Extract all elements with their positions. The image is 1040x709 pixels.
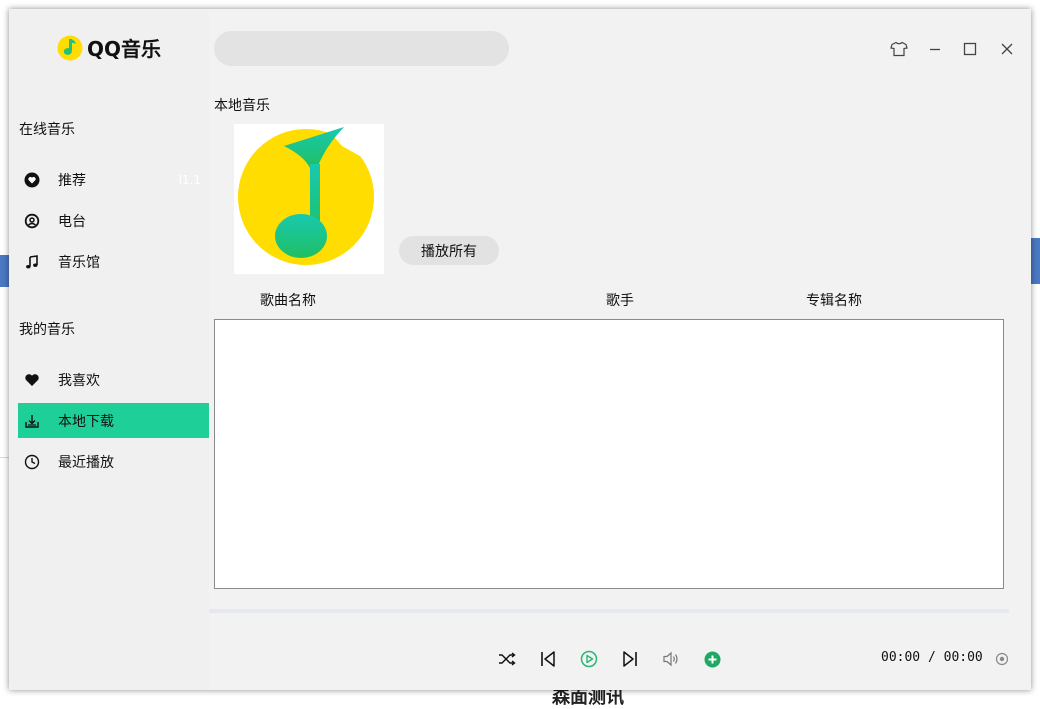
playback-time: 00:00 / 00:00 bbox=[881, 650, 983, 665]
column-header-artist[interactable]: 歌手 bbox=[606, 290, 634, 310]
my-music-title: 我的音乐 bbox=[19, 322, 75, 338]
sidebar-item-label: 我喜欢 bbox=[58, 372, 100, 389]
radio-icon bbox=[24, 213, 40, 229]
app-name: QQ音乐 bbox=[87, 37, 162, 61]
sidebar-item-recommend[interactable]: 推荐 l1.1 bbox=[18, 162, 209, 197]
sidebar-item-label: 本地下载 bbox=[58, 413, 114, 430]
volume-icon[interactable] bbox=[661, 649, 681, 669]
shuffle-icon[interactable] bbox=[497, 649, 517, 669]
skin-icon[interactable] bbox=[889, 39, 909, 59]
recommend-badge: l1.1 bbox=[178, 172, 201, 187]
previous-icon[interactable] bbox=[538, 649, 558, 669]
sidebar-item-radio[interactable]: 电台 bbox=[18, 203, 209, 238]
progress-bar[interactable] bbox=[209, 609, 1009, 613]
background-left-strip bbox=[0, 255, 9, 287]
page-title: 本地音乐 bbox=[214, 98, 270, 114]
background-divider bbox=[0, 457, 9, 458]
column-header-album[interactable]: 专辑名称 bbox=[806, 290, 862, 310]
heart-icon bbox=[24, 372, 40, 388]
sidebar-item-music-hall[interactable]: 音乐馆 bbox=[18, 244, 209, 279]
maximize-icon[interactable] bbox=[960, 39, 980, 59]
app-logo: QQ音乐 bbox=[57, 33, 161, 62]
background-right-strip bbox=[1031, 238, 1040, 284]
sidebar-item-label: 电台 bbox=[58, 213, 86, 230]
sidebar-item-label: 音乐馆 bbox=[58, 254, 100, 271]
play-all-button[interactable]: 播放所有 bbox=[399, 236, 499, 265]
album-cover bbox=[234, 124, 384, 274]
minimize-icon[interactable] bbox=[925, 39, 945, 59]
sidebar-item-local-download[interactable]: 本地下载 bbox=[18, 403, 209, 438]
add-icon[interactable] bbox=[702, 649, 722, 669]
sidebar-item-label: 推荐 bbox=[58, 172, 86, 189]
settings-icon[interactable] bbox=[992, 649, 1012, 669]
sidebar-item-favorites[interactable]: 我喜欢 bbox=[18, 362, 209, 397]
heart-circle-icon bbox=[24, 172, 40, 188]
song-list[interactable] bbox=[214, 319, 1004, 589]
qq-music-cover-icon bbox=[238, 127, 374, 265]
sidebar-item-recent[interactable]: 最近播放 bbox=[18, 444, 209, 479]
online-music-title: 在线音乐 bbox=[19, 122, 75, 138]
play-icon[interactable] bbox=[579, 649, 599, 669]
app-window: QQ音乐 在线音乐 推荐 l1.1 电台 音乐馆 我的音乐 我喜欢 本地下载 最… bbox=[9, 9, 1031, 690]
music-note-icon bbox=[24, 254, 40, 270]
sidebar-item-label: 最近播放 bbox=[58, 454, 114, 471]
download-icon bbox=[24, 413, 40, 429]
next-icon[interactable] bbox=[620, 649, 640, 669]
sidebar: QQ音乐 在线音乐 推荐 l1.1 电台 音乐馆 我的音乐 我喜欢 本地下载 最… bbox=[9, 9, 209, 690]
clock-icon bbox=[24, 454, 40, 470]
qq-music-logo-icon bbox=[57, 35, 83, 60]
close-icon[interactable] bbox=[997, 39, 1017, 59]
search-input[interactable] bbox=[214, 31, 509, 66]
column-header-song[interactable]: 歌曲名称 bbox=[260, 290, 316, 310]
